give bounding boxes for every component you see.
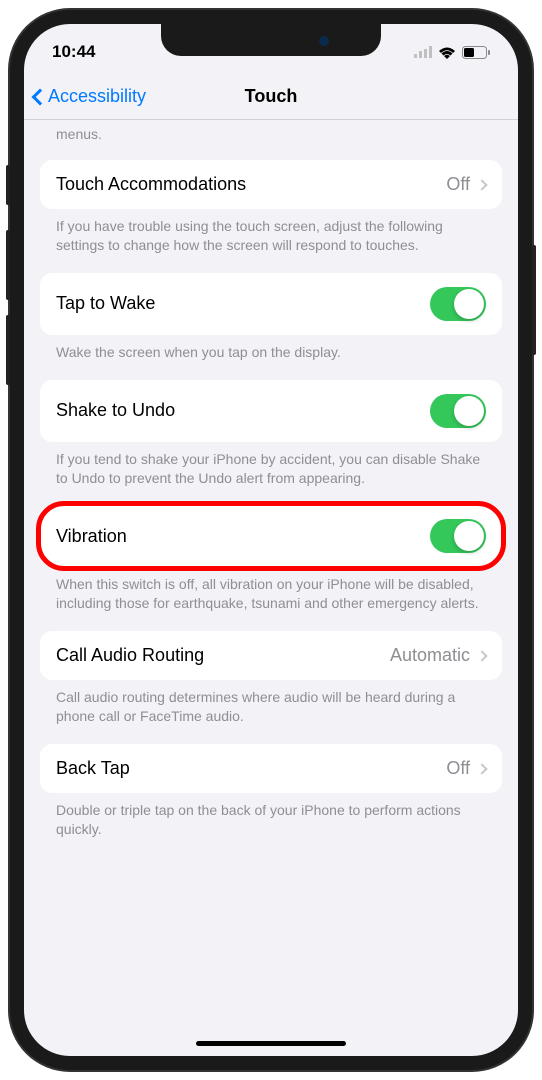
chevron-right-icon <box>476 763 487 774</box>
footer-text: When this switch is off, all vibration o… <box>24 567 518 613</box>
row-label: Back Tap <box>56 758 130 779</box>
tap-to-wake-row[interactable]: Tap to Wake <box>40 273 502 335</box>
nav-bar: Accessibility Touch <box>24 74 518 120</box>
home-indicator[interactable] <box>196 1041 346 1046</box>
cellular-icon <box>414 46 432 58</box>
page-title: Touch <box>245 86 298 107</box>
footer-text: Wake the screen when you tap on the disp… <box>24 335 518 362</box>
footer-text: Call audio routing determines where audi… <box>24 680 518 726</box>
content[interactable]: menus. Touch Accommodations Off If you h… <box>24 120 518 1056</box>
row-label: Touch Accommodations <box>56 174 246 195</box>
chevron-left-icon <box>32 88 49 105</box>
back-label: Accessibility <box>48 86 146 107</box>
call-audio-routing-row[interactable]: Call Audio Routing Automatic <box>40 631 502 680</box>
vibration-row[interactable]: Vibration <box>40 505 502 567</box>
chevron-right-icon <box>476 179 487 190</box>
touch-accommodations-row[interactable]: Touch Accommodations Off <box>40 160 502 209</box>
phone-frame: 10:44 Accessibility Touch menus. <box>10 10 532 1070</box>
shake-to-undo-row[interactable]: Shake to Undo <box>40 380 502 442</box>
shake-to-undo-toggle[interactable] <box>430 394 486 428</box>
row-label: Call Audio Routing <box>56 645 204 666</box>
back-tap-row[interactable]: Back Tap Off <box>40 744 502 793</box>
row-value: Off <box>446 174 470 195</box>
back-button[interactable]: Accessibility <box>34 86 146 107</box>
footer-text: Double or triple tap on the back of your… <box>24 793 518 839</box>
volume-up-button <box>6 230 10 300</box>
wifi-icon <box>438 46 456 59</box>
power-button <box>532 245 536 355</box>
vibration-toggle[interactable] <box>430 519 486 553</box>
previous-footer-text: menus. <box>24 120 518 142</box>
row-value: Automatic <box>390 645 470 666</box>
volume-down-button <box>6 315 10 385</box>
mute-switch <box>6 165 10 205</box>
tap-to-wake-toggle[interactable] <box>430 287 486 321</box>
row-value: Off <box>446 758 470 779</box>
notch <box>161 24 381 56</box>
row-label: Tap to Wake <box>56 293 155 314</box>
battery-icon <box>462 46 490 59</box>
chevron-right-icon <box>476 650 487 661</box>
footer-text: If you tend to shake your iPhone by acci… <box>24 442 518 488</box>
row-label: Vibration <box>56 526 127 547</box>
status-time: 10:44 <box>52 42 95 62</box>
footer-text: If you have trouble using the touch scre… <box>24 209 518 255</box>
screen: 10:44 Accessibility Touch menus. <box>24 24 518 1056</box>
row-label: Shake to Undo <box>56 400 175 421</box>
